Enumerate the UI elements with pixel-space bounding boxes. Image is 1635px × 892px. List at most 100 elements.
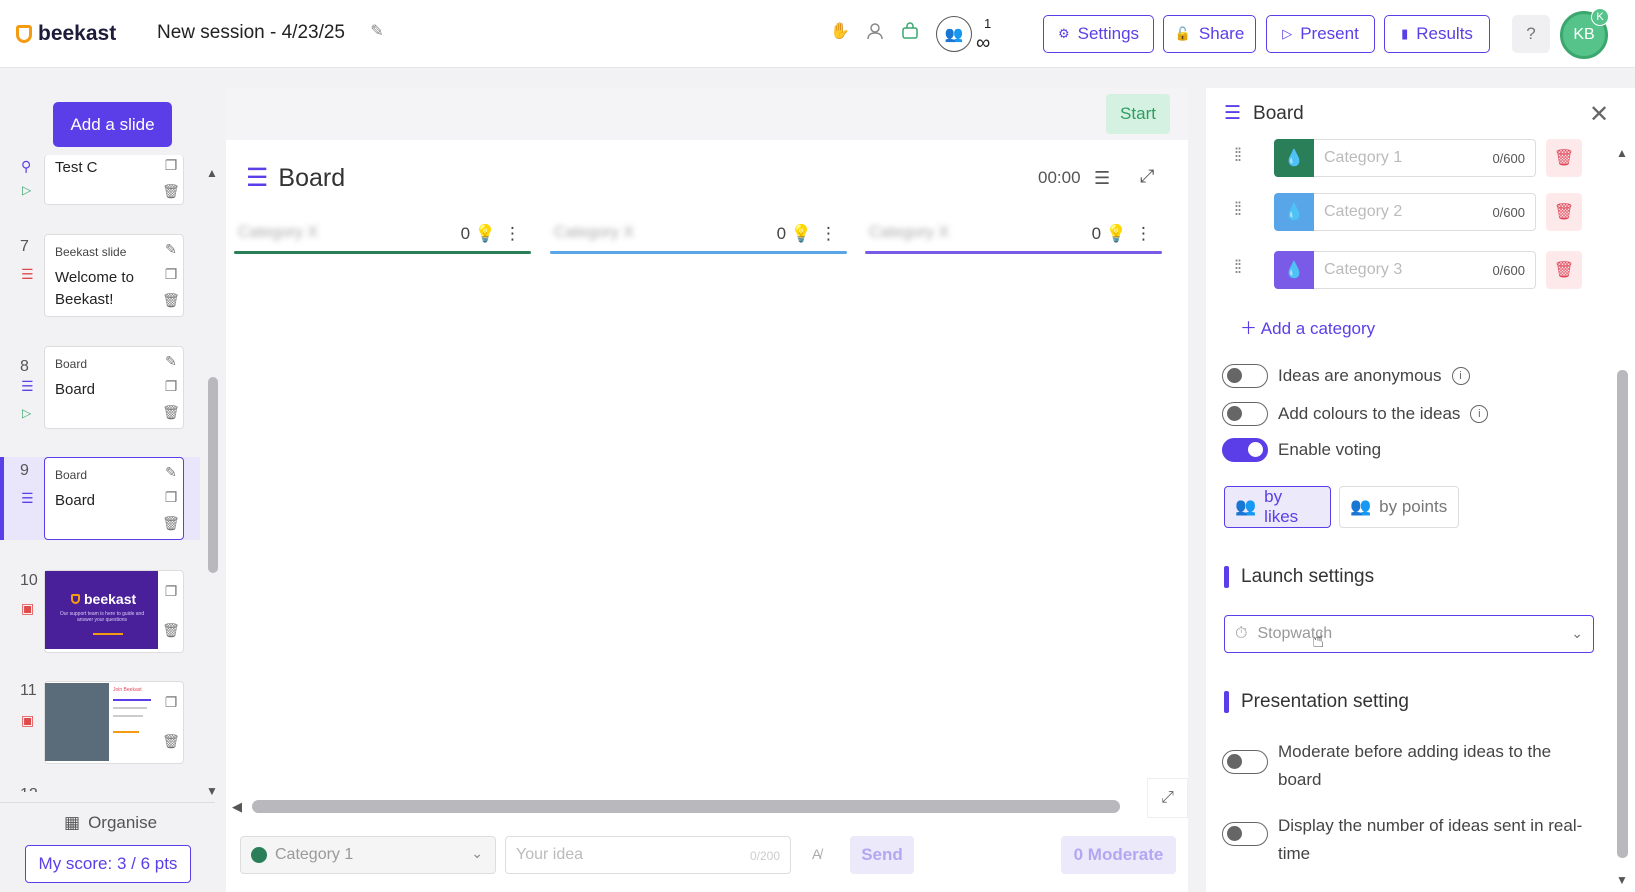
moderate-button[interactable]: 0 Moderate — [1061, 836, 1176, 874]
scroll-down-arrow[interactable]: ▼ — [206, 784, 218, 798]
colours-toggle[interactable] — [1222, 402, 1268, 426]
moderate-toggle-row: Moderate before adding ideas to the boar… — [1222, 738, 1568, 794]
edit-pencil-icon[interactable]: ✎ — [163, 241, 179, 257]
color-drop-icon[interactable]: 💧 — [1274, 251, 1314, 289]
category-select[interactable]: Category 1 ⌄ — [240, 836, 496, 874]
trash-icon[interactable]: 🗑 — [162, 404, 180, 420]
settings-button[interactable]: ⚙ Settings — [1043, 15, 1154, 53]
delete-category-button[interactable]: 🗑 — [1546, 193, 1582, 231]
expand-icon[interactable]: ⤢ — [1140, 166, 1154, 187]
my-score-button[interactable]: My score: 3 / 6 pts — [25, 845, 191, 883]
category-input[interactable]: Category 3 0/600 — [1314, 251, 1536, 289]
organise-button[interactable]: ▦ Organise — [64, 813, 157, 833]
list-icon[interactable]: ☰ — [1094, 168, 1110, 189]
more-vertical-icon[interactable]: ⋮ — [820, 224, 837, 244]
edit-pencil-icon[interactable]: ✎ — [366, 20, 388, 42]
column-count: 0 💡 — [776, 224, 812, 243]
board-horizontal-scrollbar[interactable] — [252, 800, 1120, 813]
session-title: New session - 4/23/25 — [157, 22, 345, 43]
slide-card-8[interactable]: Board Board ✎ ❐ 🗑 — [44, 346, 184, 429]
hand-icon[interactable]: ✋ — [829, 20, 851, 42]
board-icon: ☰ — [21, 490, 34, 506]
duplicate-icon[interactable]: ❐ — [163, 583, 179, 599]
color-drop-icon[interactable]: 💧 — [1274, 193, 1314, 231]
add-slide-button[interactable]: Add a slide — [53, 102, 172, 147]
scroll-left-arrow[interactable]: ◀ — [232, 799, 242, 815]
display-count-toggle-row: Display the number of ideas sent in real… — [1222, 812, 1598, 868]
edit-pencil-icon[interactable]: ✎ — [163, 353, 179, 369]
voting-toggle[interactable] — [1222, 438, 1268, 462]
slide-card-7[interactable]: Beekast slide Welcome to Beekast! ✎ ❐ 🗑 — [44, 234, 184, 317]
category-input[interactable]: Category 2 0/600 — [1314, 193, 1536, 231]
drag-handle-icon[interactable]: ⁞⁞ — [1234, 145, 1242, 166]
close-icon[interactable]: ✕ — [1589, 100, 1609, 129]
add-category-button[interactable]: ＋ Add a category — [1240, 314, 1375, 339]
fullscreen-icon[interactable]: ⤢ — [1147, 778, 1188, 818]
start-button[interactable]: Start — [1106, 94, 1170, 134]
color-format-icon[interactable]: A̸ — [812, 846, 821, 862]
slide-thumbnail: Join Beekast — [45, 683, 158, 761]
category-input[interactable]: Category 1 0/600 — [1314, 139, 1536, 177]
trash-icon[interactable]: 🗑 — [162, 292, 180, 308]
timer: 00:00 — [1038, 168, 1081, 187]
drag-handle-icon[interactable]: ⁞⁞ — [1234, 199, 1242, 220]
user-icon[interactable] — [864, 20, 886, 42]
vote-by-points-button[interactable]: 👥 by points — [1339, 486, 1459, 528]
send-button[interactable]: Send — [850, 836, 914, 874]
slide-card-9[interactable]: Board Board ✎ ❐ 🗑 — [44, 457, 184, 540]
category-row: ⁞⁞ 💧 Category 1 0/600 🗑 — [1234, 139, 1594, 177]
duplicate-icon[interactable]: ❐ — [163, 694, 179, 710]
info-icon[interactable]: i — [1451, 367, 1470, 385]
trash-icon[interactable]: 🗑 — [162, 733, 180, 749]
scroll-up-arrow[interactable]: ▲ — [206, 166, 218, 180]
panel-scrollbar[interactable] — [1617, 370, 1628, 858]
info-icon[interactable]: i — [1470, 405, 1489, 423]
more-vertical-icon[interactable]: ⋮ — [504, 224, 521, 244]
stopwatch-select[interactable]: ⏱ Stopwatch ⌄ — [1224, 615, 1594, 653]
share-button[interactable]: 🔓 Share — [1163, 15, 1256, 53]
help-button[interactable]: ? — [1512, 15, 1550, 53]
duplicate-icon[interactable]: ❐ — [163, 378, 179, 394]
trash-icon[interactable]: 🗑 — [162, 622, 180, 638]
category-row: ⁞⁞ 💧 Category 3 0/600 🗑 — [1234, 251, 1594, 289]
idea-input[interactable]: Your idea 0/200 — [505, 836, 791, 874]
more-vertical-icon[interactable]: ⋮ — [1135, 224, 1152, 244]
vote-by-likes-button[interactable]: 👥 by likes — [1224, 486, 1331, 528]
moderate-toggle[interactable] — [1222, 750, 1268, 774]
scroll-up-arrow[interactable]: ▲ — [1616, 146, 1628, 160]
results-button[interactable]: ▮ Results — [1384, 15, 1490, 53]
category-row: ⁞⁞ 💧 Category 2 0/600 🗑 — [1234, 193, 1594, 231]
scroll-down-arrow[interactable]: ▼ — [1616, 873, 1628, 887]
participants-count: 1 — [984, 16, 992, 31]
teams-icon[interactable] — [899, 20, 921, 42]
image-slide-icon: ▣ — [21, 600, 35, 616]
slide-card-test-c[interactable]: Test C ❐ 🗑 — [44, 155, 184, 205]
color-drop-icon[interactable]: 💧 — [1274, 139, 1314, 177]
idea-char-count: 0/200 — [749, 849, 780, 863]
beekast-logo-icon — [71, 594, 80, 604]
delete-category-button[interactable]: 🗑 — [1546, 139, 1582, 177]
duplicate-icon[interactable]: ❐ — [163, 266, 179, 282]
duplicate-icon[interactable]: ❐ — [163, 157, 179, 173]
board-title: ☰ Board — [246, 163, 346, 193]
trash-icon[interactable]: 🗑 — [162, 515, 180, 531]
board-settings-panel: ☰ Board ✕ ⁞⁞ 💧 Category 1 0/600 🗑 ⁞⁞ 💧 C… — [1206, 88, 1635, 892]
beekast-logo[interactable]: beekast — [16, 22, 116, 46]
duplicate-icon[interactable]: ❐ — [163, 489, 179, 505]
launch-settings-heading: Launch settings — [1224, 566, 1374, 588]
drag-handle-icon[interactable]: ⁞⁞ — [1234, 257, 1242, 278]
presentation-setting-heading: Presentation setting — [1224, 691, 1409, 713]
trash-icon[interactable]: 🗑 — [162, 183, 180, 199]
edit-pencil-icon[interactable]: ✎ — [163, 464, 179, 480]
participants-icon[interactable]: 👥 — [936, 16, 972, 52]
colours-toggle-row: Add colours to the ideas i — [1222, 402, 1489, 426]
play-icon: ▷ — [22, 406, 32, 420]
anonymous-toggle[interactable] — [1222, 364, 1268, 388]
display-count-toggle[interactable] — [1222, 822, 1268, 846]
beekast-slide-icon: ☰ — [21, 266, 34, 282]
sidebar-scrollbar[interactable] — [208, 377, 218, 573]
present-button[interactable]: ▷ Present — [1266, 15, 1375, 53]
slide-type: Board — [55, 468, 88, 482]
delete-category-button[interactable]: 🗑 — [1546, 251, 1582, 289]
chevron-down-icon: ⌄ — [1571, 625, 1583, 641]
